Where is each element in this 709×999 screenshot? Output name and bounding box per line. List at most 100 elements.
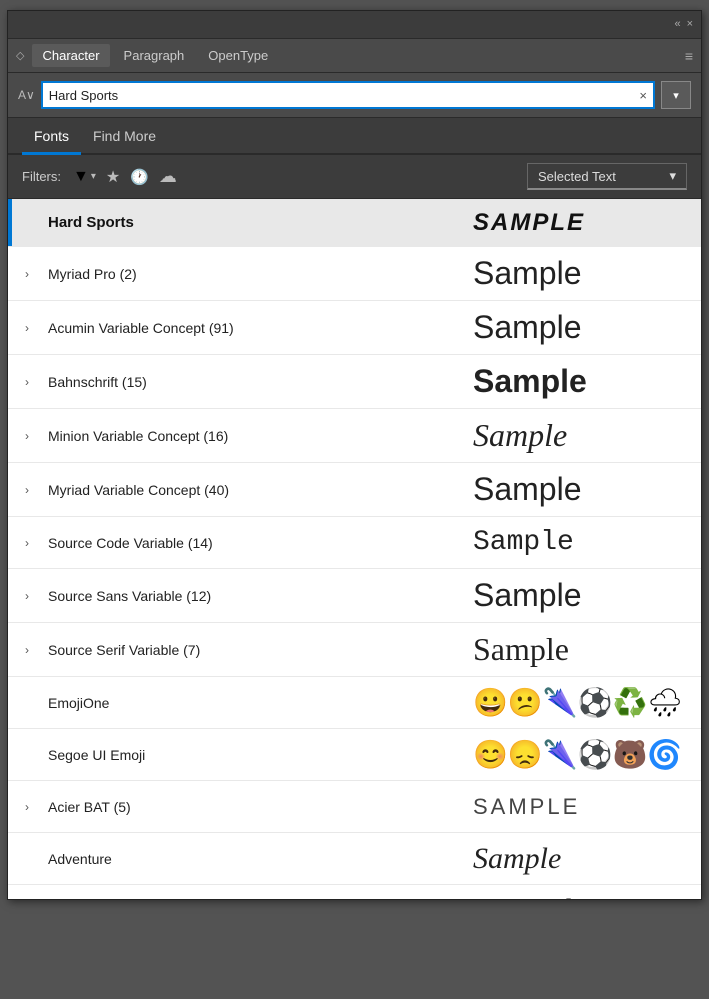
font-sample-bahnschrift: Sample <box>461 355 701 408</box>
selected-text-dropdown[interactable]: Selected Text ▾ <box>527 163 687 190</box>
expand-arrow-minion[interactable]: › <box>12 429 42 443</box>
expand-arrow-acier[interactable]: › <box>12 800 42 814</box>
font-sample-emojione: 😀😕🌂⚽♻️🌧 <box>461 678 701 727</box>
font-row-acumin[interactable]: › Acumin Variable Concept (91) Sample <box>8 301 701 355</box>
agency-fb-sample-text: Sample <box>473 893 593 899</box>
expand-arrow-bahnschrift[interactable]: › <box>12 375 42 389</box>
font-sample-source-code: Sample <box>461 519 701 566</box>
tab-row: ◇ Character Paragraph OpenType ≡ <box>8 39 701 73</box>
selection-accent <box>8 199 12 246</box>
minion-sample-text: Sample <box>473 417 567 454</box>
font-row-emojione[interactable]: EmojiOne 😀😕🌂⚽♻️🌧 <box>8 677 701 729</box>
search-input-wrap: × <box>41 81 655 109</box>
font-sample-source-serif: Sample <box>461 623 701 676</box>
search-bar: A∨ × ▾ <box>8 73 701 118</box>
source-code-sample-text: Sample <box>473 527 574 558</box>
bahnschrift-sample-text: Sample <box>473 363 587 400</box>
font-sample-source-sans: Sample <box>461 569 701 622</box>
cloud-filter-icon[interactable]: ☁ <box>159 166 177 187</box>
segoe-emoji-sample-text: 😊😞🌂⚽🐻🌀 <box>473 738 682 771</box>
search-prefix: A∨ <box>18 88 35 102</box>
selected-text-label: Selected Text <box>538 169 616 184</box>
collapse-button[interactable]: « <box>674 19 680 30</box>
font-row-header[interactable]: Hard Sports SAMPLE <box>8 199 701 247</box>
font-name-source-code: Source Code Variable (14) <box>42 527 461 559</box>
font-row-myriad-pro[interactable]: › Myriad Pro (2) Sample <box>8 247 701 301</box>
title-bar-controls: « × <box>674 19 693 30</box>
adventure-sample-text: Sample <box>473 842 561 876</box>
expand-arrow-acumin[interactable]: › <box>12 321 42 335</box>
title-bar: « × <box>8 11 701 39</box>
font-name-acumin: Acumin Variable Concept (91) <box>42 312 461 344</box>
clock-filter-icon[interactable]: 🕐 <box>130 168 149 186</box>
font-name-hardsports: Hard Sports <box>42 206 461 239</box>
font-name-minion: Minion Variable Concept (16) <box>42 420 461 452</box>
expand-arrow-source-sans[interactable]: › <box>12 589 42 603</box>
source-serif-sample-text: Sample <box>473 631 569 668</box>
font-row-myriad-variable[interactable]: › Myriad Variable Concept (40) Sample <box>8 463 701 517</box>
filter-bar: Filters: ▼ ▾ ★ 🕐 ☁ Selected Text ▾ <box>8 155 701 199</box>
font-name-source-sans: Source Sans Variable (12) <box>42 580 461 612</box>
myriad-variable-sample-text: Sample <box>473 471 582 508</box>
font-row-acier[interactable]: › Acier BAT (5) SAMPLE <box>8 781 701 833</box>
font-name-adventure: Adventure <box>42 843 461 875</box>
font-name-segoe-emoji: Segoe UI Emoji <box>42 739 461 771</box>
font-sample-adventure: Sample <box>461 834 701 884</box>
tab-character[interactable]: Character <box>32 44 109 67</box>
font-name-source-serif: Source Serif Variable (7) <box>42 634 461 666</box>
font-sample-minion: Sample <box>461 409 701 462</box>
search-clear-icon[interactable]: × <box>639 88 647 103</box>
myriad-pro-sample-text: Sample <box>473 255 582 292</box>
star-filter-icon[interactable]: ★ <box>106 167 120 187</box>
font-row-agency-fb[interactable]: › Agency FB (2) Sample <box>8 885 701 899</box>
selected-text-arrow-icon: ▾ <box>669 168 676 184</box>
font-name-bahnschrift: Bahnschrift (15) <box>42 366 461 398</box>
search-input[interactable] <box>49 88 636 103</box>
font-list: Hard Sports SAMPLE › Myriad Pro (2) Samp… <box>8 199 701 899</box>
font-sample-acier: SAMPLE <box>461 786 701 828</box>
sub-tabs: Fonts Find More <box>8 118 701 155</box>
font-sample-agency-fb: Sample <box>461 885 701 899</box>
font-name-acier: Acier BAT (5) <box>42 791 461 823</box>
tab-find-more[interactable]: Find More <box>81 118 168 155</box>
panel-body: Hard Sports SAMPLE › Myriad Pro (2) Samp… <box>8 199 701 899</box>
font-row-segoe-emoji[interactable]: Segoe UI Emoji 😊😞🌂⚽🐻🌀 <box>8 729 701 781</box>
filter-icons: ▼ ▾ ★ 🕐 ☁ <box>73 166 177 187</box>
source-sans-sample-text: Sample <box>473 577 582 614</box>
font-sample-acumin: Sample <box>461 301 701 354</box>
font-row-minion[interactable]: › Minion Variable Concept (16) Sample <box>8 409 701 463</box>
menu-icon[interactable]: ≡ <box>685 48 693 64</box>
font-sample-myriad-variable: Sample <box>461 463 701 516</box>
font-name-myriad-pro: Myriad Pro (2) <box>42 258 461 290</box>
funnel-arrow-icon: ▾ <box>91 171 96 182</box>
font-row-bahnschrift[interactable]: › Bahnschrift (15) Sample <box>8 355 701 409</box>
emojione-sample-text: 😀😕🌂⚽♻️🌧 <box>473 686 683 719</box>
expand-arrow-source-code[interactable]: › <box>12 536 42 550</box>
font-name-agency-fb: Agency FB (2) <box>42 896 461 900</box>
filter-funnel-button[interactable]: ▼ ▾ <box>73 168 96 186</box>
font-row-source-code[interactable]: › Source Code Variable (14) Sample <box>8 517 701 569</box>
tab-fonts[interactable]: Fonts <box>22 118 81 155</box>
character-panel: « × ◇ Character Paragraph OpenType ≡ A∨ … <box>7 10 702 900</box>
hard-sports-sample-text: SAMPLE <box>473 209 585 237</box>
font-sample-hardsports: SAMPLE <box>461 201 701 245</box>
font-row-source-serif[interactable]: › Source Serif Variable (7) Sample <box>8 623 701 677</box>
expand-arrow-myriad-pro[interactable]: › <box>12 267 42 281</box>
font-row-source-sans[interactable]: › Source Sans Variable (12) Sample <box>8 569 701 623</box>
acumin-sample-text: Sample <box>473 309 582 346</box>
funnel-icon: ▼ <box>73 168 89 186</box>
diamond-icon: ◇ <box>16 49 24 62</box>
tab-opentype[interactable]: OpenType <box>198 44 278 67</box>
close-button[interactable]: × <box>687 19 693 30</box>
search-dropdown-button[interactable]: ▾ <box>661 81 691 109</box>
font-name-myriad-variable: Myriad Variable Concept (40) <box>42 474 461 506</box>
filter-label: Filters: <box>22 169 61 184</box>
expand-arrow-myriad-variable[interactable]: › <box>12 483 42 497</box>
font-name-emojione: EmojiOne <box>42 687 461 719</box>
font-sample-segoe-emoji: 😊😞🌂⚽🐻🌀 <box>461 730 701 779</box>
acier-sample-text: SAMPLE <box>473 794 580 820</box>
tab-paragraph[interactable]: Paragraph <box>114 44 195 67</box>
font-sample-myriad-pro: Sample <box>461 247 701 300</box>
expand-arrow-source-serif[interactable]: › <box>12 643 42 657</box>
font-row-adventure[interactable]: Adventure Sample <box>8 833 701 885</box>
